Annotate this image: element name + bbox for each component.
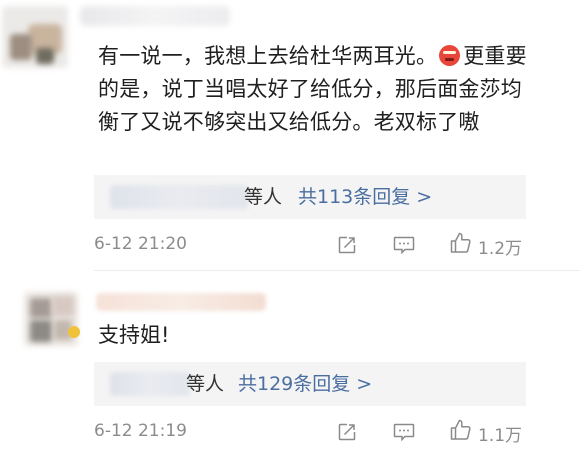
timestamp: 6-12 21:20 <box>94 234 187 254</box>
reply-users-label: 等人 <box>244 186 283 208</box>
like-count: 1.2万 <box>478 239 523 259</box>
like-count: 1.1万 <box>478 426 523 446</box>
timestamp: 6-12 21:19 <box>94 421 187 441</box>
like-icon[interactable] <box>450 232 472 254</box>
username-blurred[interactable] <box>80 6 230 26</box>
reply-summary[interactable]: 等人 共113条回复 > <box>94 175 526 219</box>
avatar[interactable] <box>2 4 68 68</box>
comment-icon[interactable] <box>393 236 415 254</box>
view-replies-link[interactable]: 共129条回复 > <box>238 372 372 396</box>
divider <box>94 270 580 271</box>
reply-users-blurred <box>110 372 190 396</box>
share-icon[interactable] <box>338 423 356 441</box>
username-blurred[interactable] <box>96 293 266 311</box>
comment-text: 有一说一，我想上去给杜华两耳光。 更重要的是，说丁当唱太好了给低分，那后面金莎均衡… <box>98 44 527 134</box>
reply-summary[interactable]: 等人 共129条回复 > <box>94 362 526 406</box>
like-icon[interactable] <box>450 419 472 441</box>
avatar[interactable] <box>24 292 80 346</box>
view-replies-link[interactable]: 共113条回复 > <box>298 185 432 209</box>
comment-icon[interactable] <box>393 423 415 441</box>
share-icon[interactable] <box>338 236 356 254</box>
angry-face-emoji-icon <box>439 45 461 66</box>
reply-users-blurred <box>110 185 248 209</box>
reply-users-label: 等人 <box>186 373 225 395</box>
comment-text: 支持姐! <box>98 323 170 347</box>
